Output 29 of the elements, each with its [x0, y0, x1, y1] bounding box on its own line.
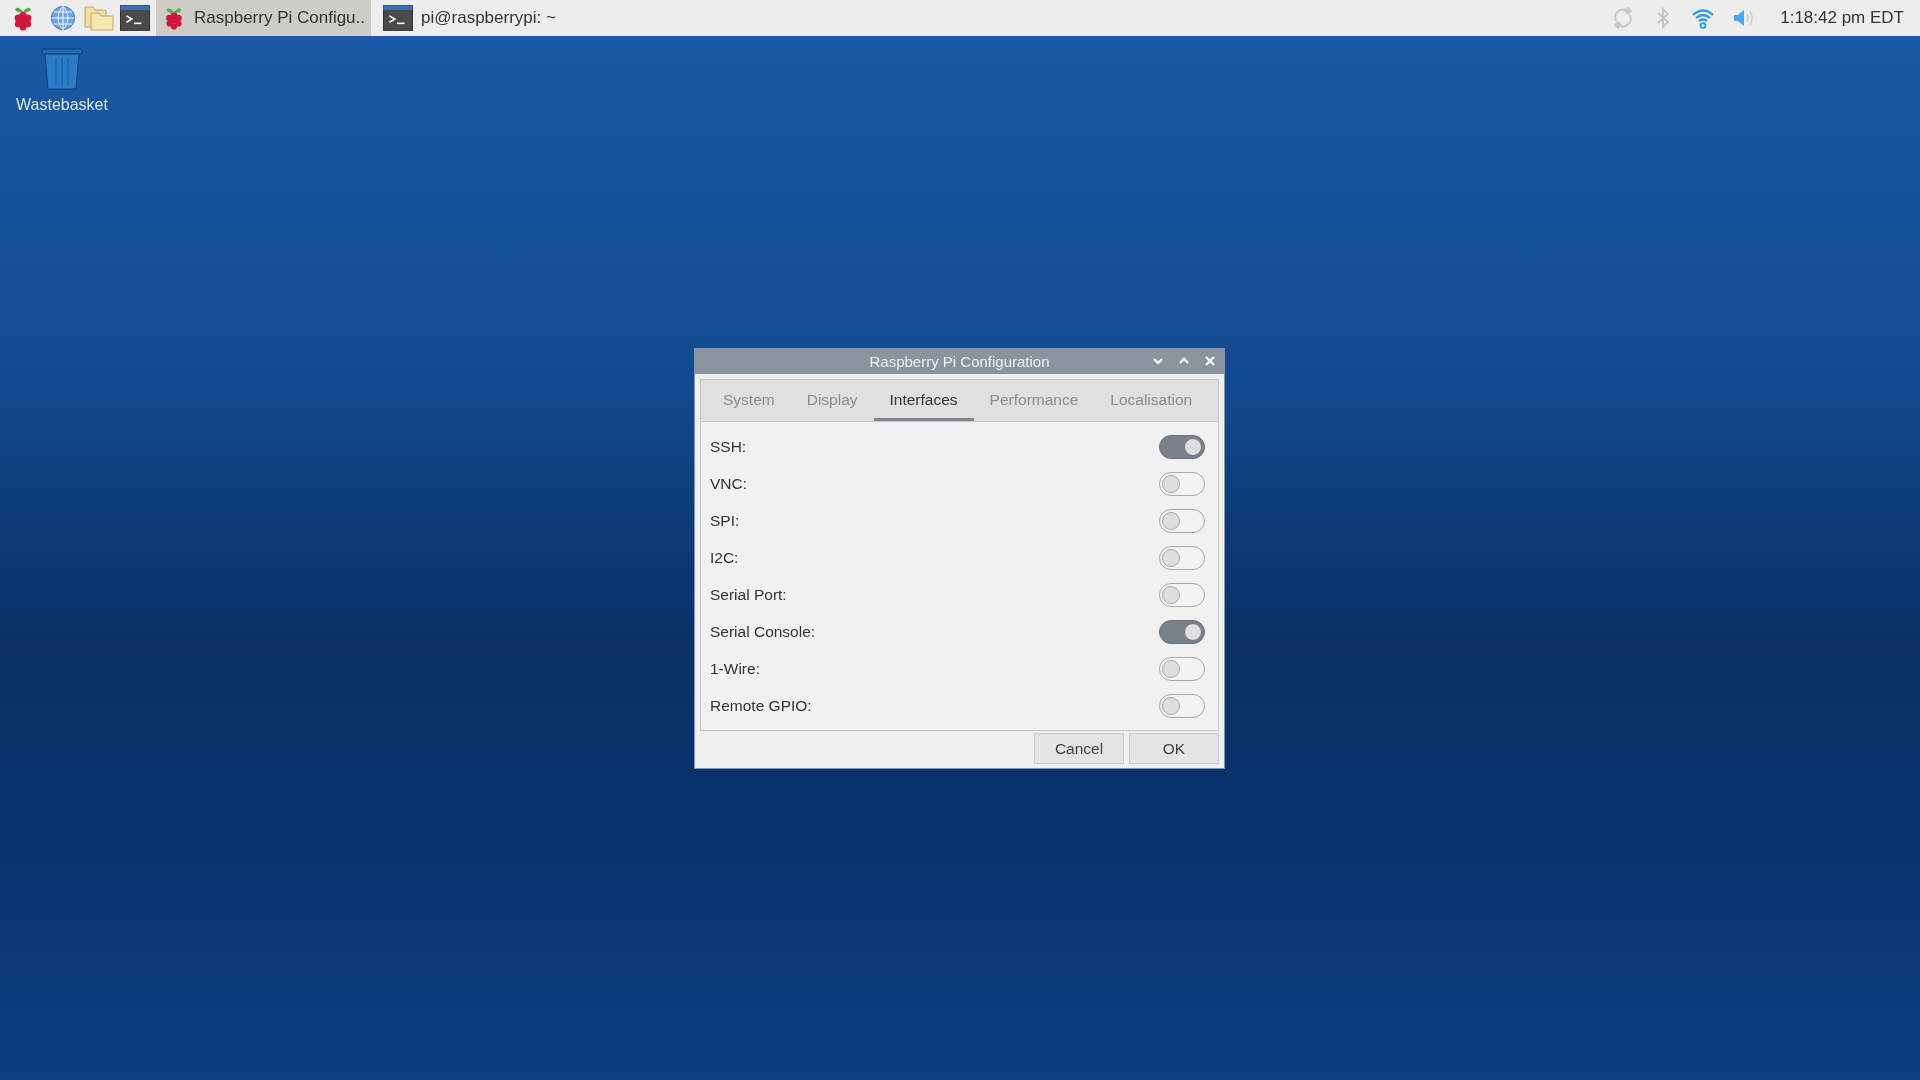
dialog-button[interactable]: OK — [1129, 733, 1219, 764]
clock[interactable]: 1:18:42 pm EDT — [1780, 8, 1904, 28]
toggle-switch[interactable] — [1159, 582, 1205, 607]
terminal-icon — [383, 5, 414, 31]
toggle-switch[interactable] — [1159, 656, 1205, 681]
desktop-icon-label: Wastebasket — [16, 96, 108, 114]
globe-icon[interactable] — [48, 5, 78, 31]
terminal-icon[interactable] — [120, 5, 150, 31]
tab[interactable]: Interfaces — [873, 380, 974, 421]
toggle-switch[interactable] — [1159, 508, 1205, 533]
setting-label: SPI: — [710, 511, 740, 530]
setting-label: SSH: — [710, 437, 747, 456]
taskbar-window-button[interactable]: pi@raspberrypi: ~ — [377, 0, 562, 36]
setting-label: Remote GPIO: — [710, 696, 812, 715]
setting-label: 1-Wire: — [710, 659, 760, 678]
setting-label: Serial Port: — [710, 585, 787, 604]
toggle-switch[interactable] — [1159, 619, 1205, 644]
setting-label: VNC: — [710, 474, 748, 493]
setting-label: I2C: — [710, 548, 739, 567]
window-title: Raspberry Pi Configuration — [869, 353, 1050, 370]
toggle-switch[interactable] — [1159, 434, 1205, 459]
toggle-switch[interactable] — [1159, 545, 1205, 570]
taskbar-window-button[interactable]: Raspberry Pi Configu.. — [156, 0, 372, 36]
wastebasket-icon[interactable] — [39, 48, 85, 90]
dialog-button[interactable]: Cancel — [1034, 733, 1124, 764]
toggle-switch[interactable] — [1159, 471, 1205, 496]
folder-icon[interactable] — [84, 5, 114, 31]
setting-label: Serial Console: — [710, 622, 816, 641]
toggle-switch[interactable] — [1159, 693, 1205, 718]
